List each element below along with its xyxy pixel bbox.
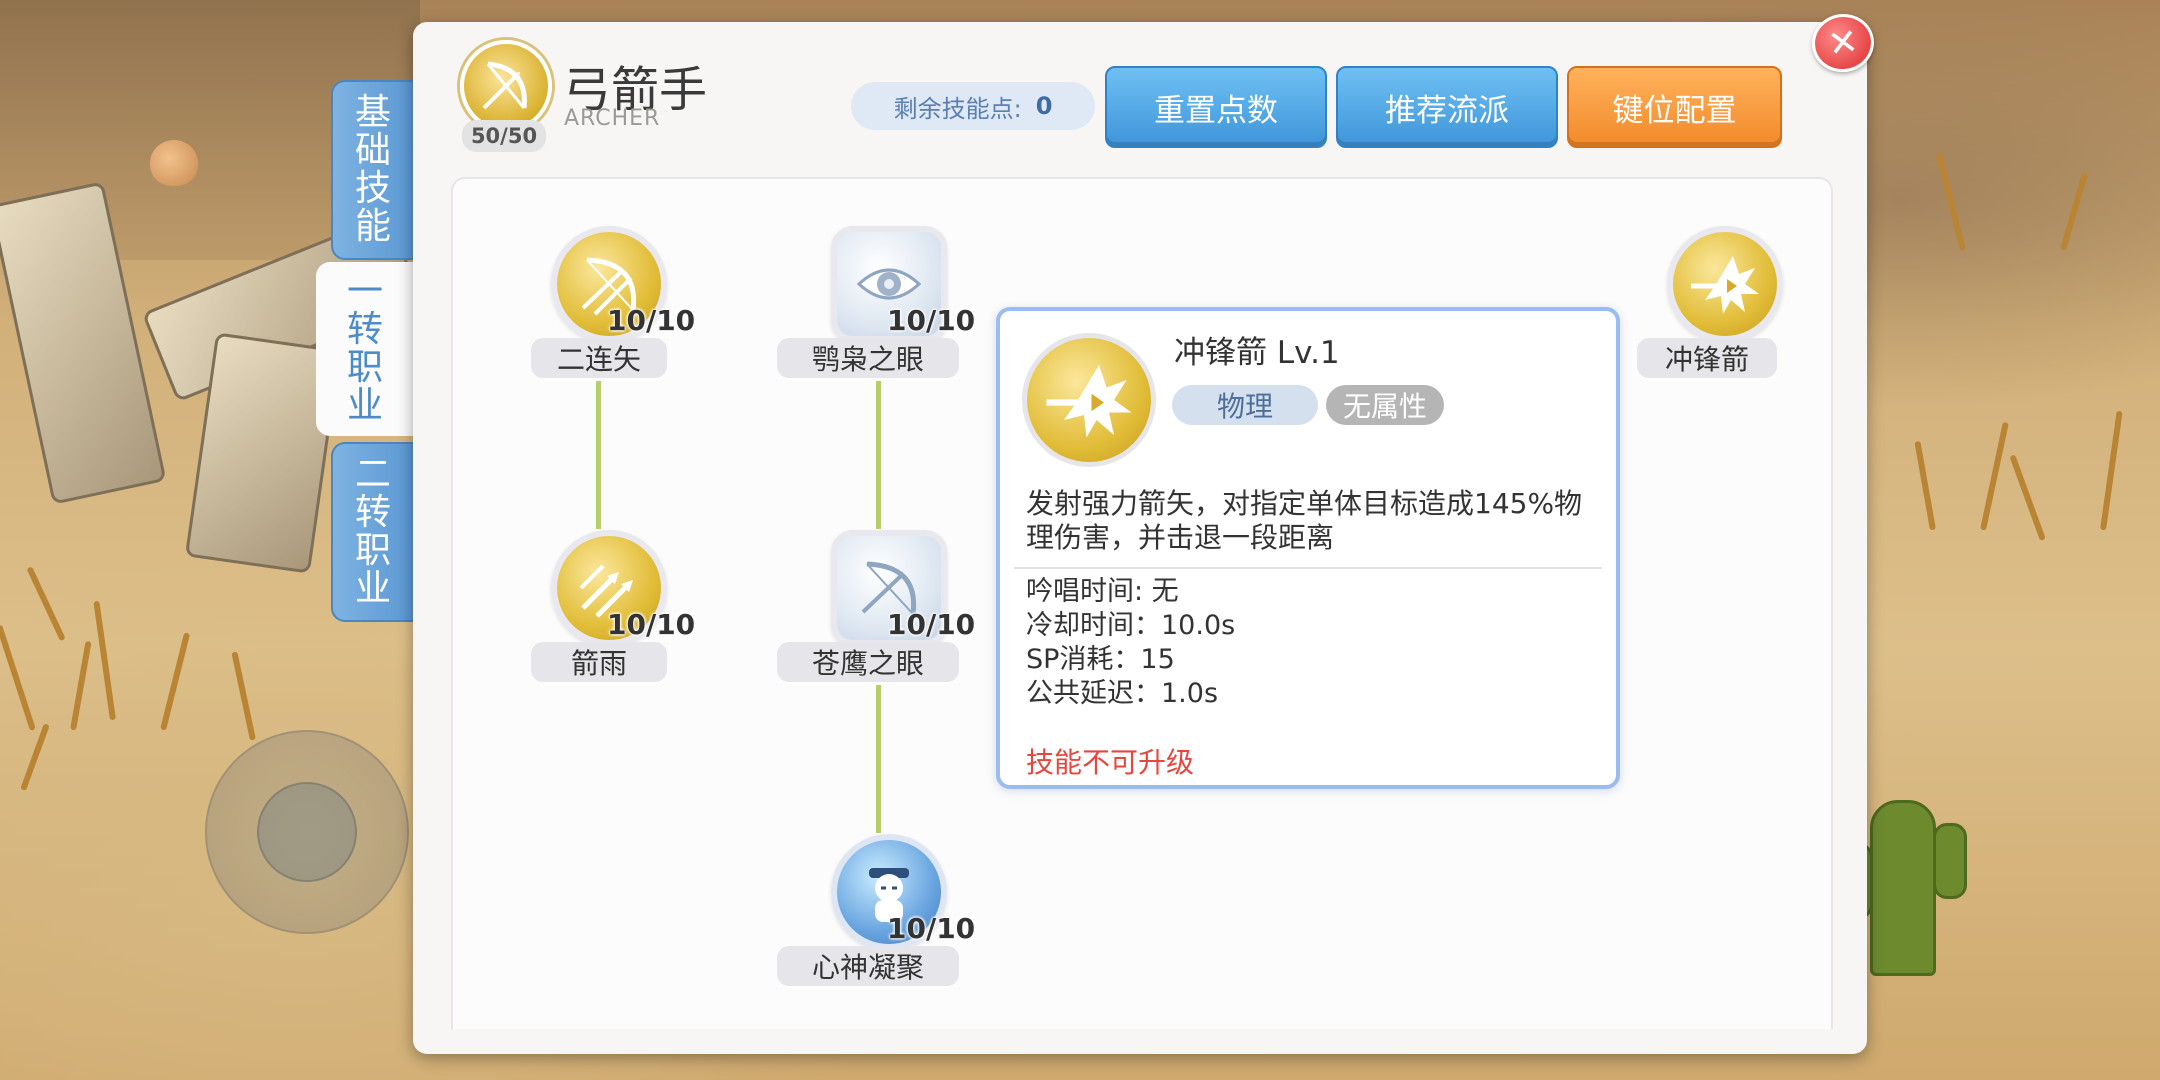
cactus: [1839, 800, 1967, 976]
remaining-points-value: 0: [1035, 92, 1053, 120]
archer-emblem-icon: [482, 61, 527, 110]
skill-level: 10/10: [887, 912, 976, 945]
tooltip-title: 冲锋箭 Lv.1: [1174, 335, 1340, 371]
upgrade-warning: 技能不可升级: [1026, 746, 1195, 779]
class-subtitle: ARCHER: [564, 106, 661, 131]
keybind-config-button[interactable]: 键位配置: [1567, 66, 1782, 148]
virtual-joystick[interactable]: [205, 730, 409, 934]
remaining-skill-points: 剩余技能点: 0: [851, 82, 1095, 130]
skill-level: 10/10: [607, 608, 696, 641]
skill-name: 二连矢: [531, 338, 667, 378]
tab-basic-skills[interactable]: 基 础 技 能: [331, 80, 413, 260]
skill-connector: [876, 381, 881, 529]
joystick-knob[interactable]: [257, 782, 357, 882]
skill-level: 10/10: [607, 304, 696, 337]
close-icon: ✕: [1825, 20, 1861, 66]
tag-element: 无属性: [1326, 385, 1444, 425]
skill-tooltip: 冲锋箭 Lv.1 物理 无属性 发射强力箭矢，对指定单体目标造成145%物理伤害…: [996, 307, 1620, 789]
recommend-build-button[interactable]: 推荐流派: [1336, 66, 1558, 148]
skill-connector: [596, 381, 601, 529]
skill-name: 苍鹰之眼: [777, 642, 959, 682]
class-level-badge: 50/50: [462, 120, 546, 152]
skill-level: 10/10: [887, 304, 976, 337]
skill-connector: [876, 685, 881, 833]
stat-global-delay: 公共延迟：1.0s: [1026, 678, 1219, 709]
skill-name: 冲锋箭: [1637, 338, 1777, 378]
charge-arrow-icon: [1022, 333, 1156, 467]
skill-name: 心神凝聚: [777, 946, 959, 986]
charge-arrow-icon: [1667, 226, 1783, 342]
poring-creature: [150, 140, 198, 186]
tab-second-job[interactable]: 二 转 职 业: [331, 442, 413, 622]
skill-name: 箭雨: [531, 642, 667, 682]
class-emblem: [460, 40, 552, 132]
skill-name: 鹗枭之眼: [777, 338, 959, 378]
skill-level: 10/10: [887, 608, 976, 641]
tooltip-description: 发射强力箭矢，对指定单体目标造成145%物理伤害，并击退一段距离: [1026, 487, 1583, 554]
tag-damage-type: 物理: [1172, 385, 1318, 425]
remaining-points-label: 剩余技能点:: [893, 94, 1022, 123]
reset-points-button[interactable]: 重置点数: [1105, 66, 1327, 148]
tab-first-job[interactable]: 一 转 职 业: [316, 262, 414, 436]
